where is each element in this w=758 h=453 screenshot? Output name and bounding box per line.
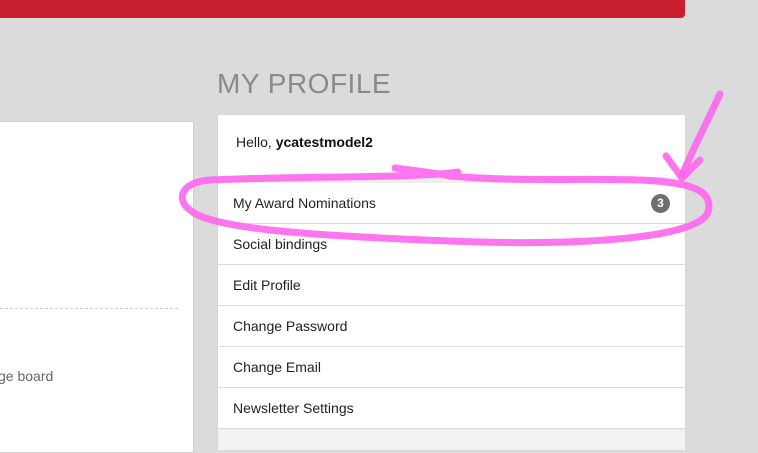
greeting-section: Hello, ycatestmodel2: [218, 115, 685, 177]
profile-panel: Hello, ycatestmodel2 My Award Nomination…: [217, 114, 686, 450]
menu-item-label: Newsletter Settings: [233, 400, 354, 416]
greeting-text: Hello, ycatestmodel2: [236, 134, 373, 150]
left-content-panel: ge board: [0, 121, 194, 453]
menu-item-label: Change Password: [233, 318, 348, 334]
top-navigation-bar: [0, 0, 685, 18]
menu-item-label: My Award Nominations: [233, 195, 376, 211]
greeting-prefix: Hello,: [236, 134, 276, 150]
menu-item-edit-profile[interactable]: Edit Profile: [218, 265, 685, 306]
left-panel-divider: [0, 308, 178, 309]
menu-item-change-email[interactable]: Change Email: [218, 347, 685, 388]
menu-item-social-bindings[interactable]: Social bindings: [218, 224, 685, 265]
left-panel-partial-text: ge board: [0, 368, 54, 384]
profile-menu: My Award Nominations 3 Social bindings E…: [218, 183, 685, 429]
nominations-count-badge: 3: [651, 194, 670, 213]
menu-item-label: Social bindings: [233, 236, 328, 252]
menu-item-change-password[interactable]: Change Password: [218, 306, 685, 347]
menu-item-label: Edit Profile: [233, 277, 301, 293]
annotation-arrow-shaft: [678, 90, 724, 179]
username: ycatestmodel2: [275, 134, 373, 150]
menu-item-label: Change Email: [233, 359, 321, 375]
page-title: MY PROFILE: [217, 68, 392, 99]
menu-item-newsletter-settings[interactable]: Newsletter Settings: [218, 388, 685, 429]
panel-footer: [218, 430, 685, 450]
menu-item-award-nominations[interactable]: My Award Nominations 3: [218, 183, 685, 224]
